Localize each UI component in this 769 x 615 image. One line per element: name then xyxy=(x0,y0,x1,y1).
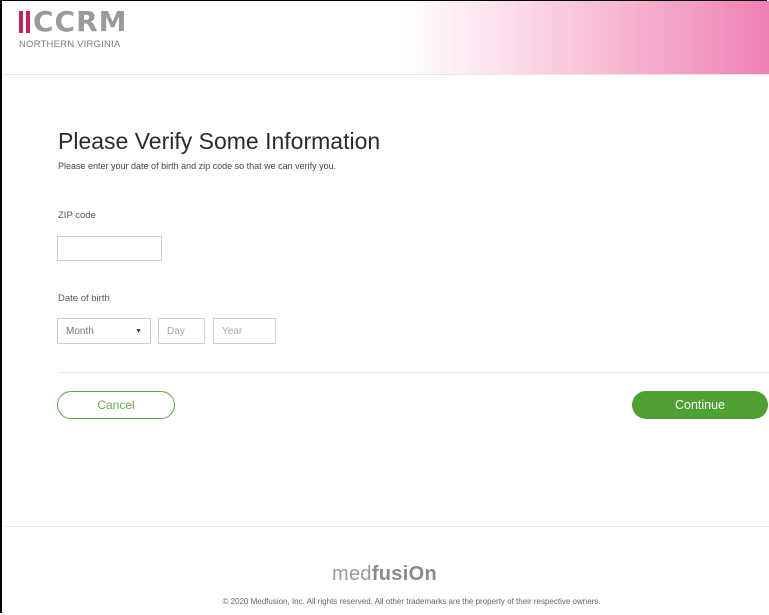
logo-text: CCRM xyxy=(33,5,128,38)
day-input[interactable]: Day xyxy=(158,318,205,344)
medfusion-logo: medfusiOn xyxy=(0,563,769,586)
month-select-value: Month xyxy=(66,325,94,337)
page-title: Please Verify Some Information xyxy=(58,128,381,154)
year-placeholder: Year xyxy=(222,325,243,337)
footer-divider xyxy=(2,526,769,527)
copyright-text: © 2020 Medfusion, Inc. All rights reserv… xyxy=(222,597,601,606)
continue-button[interactable]: Continue xyxy=(632,391,768,419)
logo-subtitle: NORTHERN VIRGINIA xyxy=(19,39,121,50)
month-select[interactable]: Month ▼ xyxy=(57,318,151,344)
medfusion-logo-light: med xyxy=(332,563,372,585)
form-divider xyxy=(58,372,769,373)
zip-label: ZIP code xyxy=(58,210,96,221)
cancel-button[interactable]: Cancel xyxy=(57,391,175,419)
page-subtitle: Please enter your date of birth and zip … xyxy=(58,161,337,171)
header: CCRM NORTHERN VIRGINIA xyxy=(2,1,769,75)
dob-label: Date of birth xyxy=(58,293,110,304)
medfusion-logo-bold: fusiOn xyxy=(371,563,437,585)
caret-down-icon: ▼ xyxy=(135,327,142,335)
day-placeholder: Day xyxy=(167,325,185,337)
zip-input[interactable] xyxy=(57,236,162,261)
page-frame xyxy=(0,0,767,613)
logo-bars-icon xyxy=(19,11,30,33)
year-input[interactable]: Year xyxy=(213,318,276,344)
